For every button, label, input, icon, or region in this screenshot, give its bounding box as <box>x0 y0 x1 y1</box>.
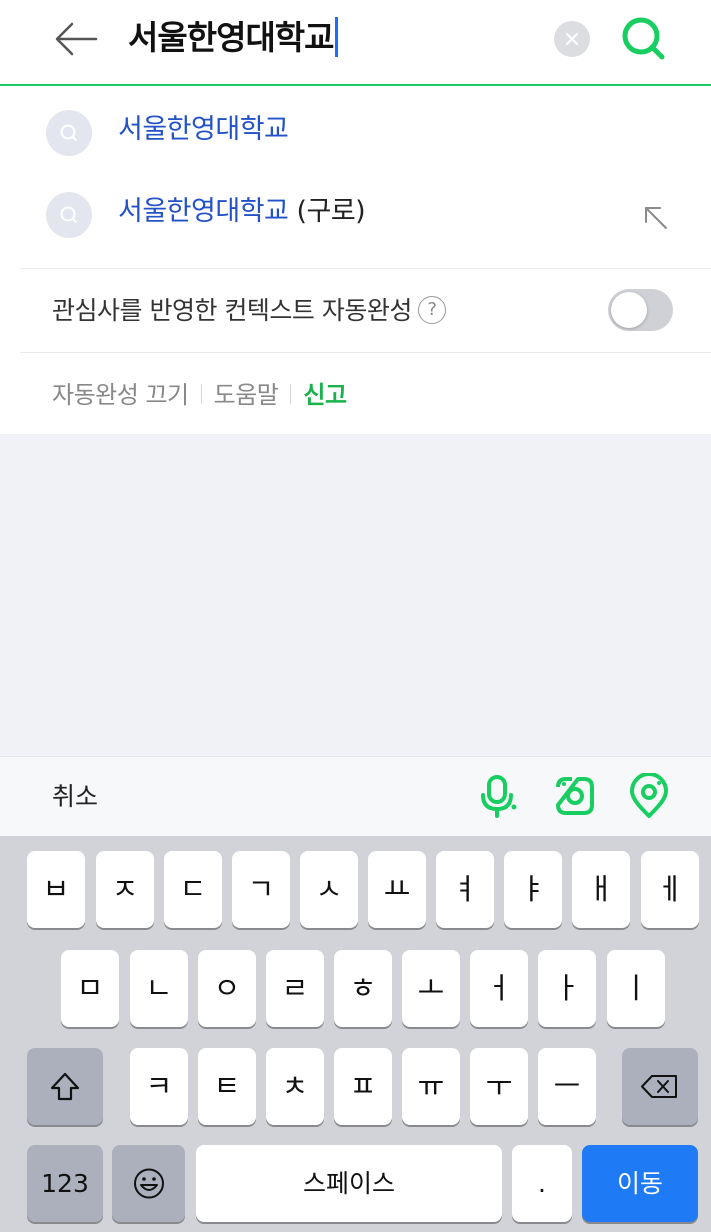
toggle-knob <box>611 292 647 328</box>
footer-links: 자동완성 끄기 도움말 신고 <box>52 376 347 414</box>
key-j[interactable]: ㅈ <box>96 851 154 928</box>
key-d[interactable]: ㄷ <box>164 851 222 928</box>
numbers-key[interactable]: 123 <box>27 1145 103 1222</box>
period-key[interactable]: . <box>512 1145 572 1222</box>
shift-key[interactable] <box>27 1048 103 1125</box>
cancel-button[interactable]: 취소 <box>52 777 98 817</box>
suggestion-extra: (구로) <box>288 196 366 227</box>
divider <box>20 268 711 269</box>
report-link[interactable]: 신고 <box>303 381 347 409</box>
suggestion-text: 서울한영대학교 <box>118 196 289 227</box>
link-separator <box>200 384 202 404</box>
key-yo[interactable]: ㅛ <box>368 851 426 928</box>
key-u[interactable]: ㅜ <box>470 1048 528 1125</box>
context-label-text: 관심사를 반영한 컨텍스트 자동완성 <box>52 296 412 325</box>
key-eo[interactable]: ㅓ <box>470 950 528 1027</box>
suggestion-search-icon <box>46 110 92 156</box>
key-b[interactable]: ㅂ <box>27 851 85 928</box>
suggestion-item[interactable]: 서울한영대학교 (구로) <box>0 178 711 248</box>
key-i[interactable]: ㅣ <box>607 950 665 1027</box>
back-arrow-icon[interactable] <box>40 14 100 64</box>
key-yeo[interactable]: ㅕ <box>436 851 494 928</box>
delete-key[interactable] <box>622 1048 698 1125</box>
key-ch[interactable]: ㅊ <box>266 1048 324 1125</box>
key-ae[interactable]: ㅐ <box>572 851 630 928</box>
camera-lens-icon[interactable] <box>552 773 598 819</box>
text-caret <box>334 16 338 57</box>
go-key[interactable]: 이동 <box>582 1145 698 1222</box>
search-query-text: 서울한영대학교 <box>128 18 335 57</box>
suggestion-search-icon <box>46 192 92 238</box>
fill-query-arrow-icon[interactable] <box>638 200 672 234</box>
key-yu[interactable]: ㅠ <box>402 1048 460 1125</box>
emoji-key[interactable] <box>112 1145 185 1222</box>
clear-icon[interactable] <box>554 21 590 57</box>
link-separator <box>290 384 292 404</box>
key-g[interactable]: ㄱ <box>232 851 290 928</box>
context-autocomplete-toggle[interactable] <box>608 289 673 331</box>
help-link[interactable]: 도움말 <box>214 381 279 409</box>
backspace-icon <box>641 1075 677 1098</box>
key-h[interactable]: ㅎ <box>334 950 392 1027</box>
help-icon[interactable]: ? <box>417 296 446 324</box>
search-input[interactable]: 서울한영대학교 <box>128 14 338 62</box>
key-eu[interactable]: ㅡ <box>538 1048 596 1125</box>
suggestion-text: 서울한영대학교 <box>118 114 289 145</box>
key-m[interactable]: ㅁ <box>61 950 119 1027</box>
suggestion-label: 서울한영대학교 <box>118 110 289 150</box>
key-k[interactable]: ㅋ <box>130 1048 188 1125</box>
search-icon[interactable] <box>616 12 672 66</box>
search-bar: 서울한영대학교 <box>0 0 711 86</box>
key-o[interactable]: ㅗ <box>402 950 460 1027</box>
key-a[interactable]: ㅏ <box>538 950 596 1027</box>
location-pin-icon[interactable] <box>626 772 672 819</box>
suggestion-item[interactable]: 서울한영대학교 <box>0 96 711 166</box>
korean-keyboard: ㅂ ㅈ ㄷ ㄱ ㅅ ㅛ ㅕ ㅑ ㅐ ㅔ ㅁ ㄴ ㅇ ㄹ ㅎ ㅗ ㅓ ㅏ ㅣ ㅋ … <box>0 836 711 1232</box>
keyboard-accessory-bar: 취소 <box>0 756 711 836</box>
key-n[interactable]: ㄴ <box>130 950 188 1027</box>
autocomplete-off-link[interactable]: 자동완성 끄기 <box>52 381 189 409</box>
key-s[interactable]: ㅅ <box>300 851 358 928</box>
emoji-icon <box>133 1168 164 1199</box>
key-r[interactable]: ㄹ <box>266 950 324 1027</box>
microphone-icon[interactable] <box>474 773 520 819</box>
space-key[interactable]: 스페이스 <box>196 1145 502 1222</box>
context-autocomplete-label: 관심사를 반영한 컨텍스트 자동완성? <box>52 292 446 330</box>
key-ng[interactable]: ㅇ <box>198 950 256 1027</box>
key-e[interactable]: ㅔ <box>641 851 699 928</box>
key-ya[interactable]: ㅑ <box>504 851 562 928</box>
divider <box>20 352 711 353</box>
key-p[interactable]: ㅍ <box>334 1048 392 1125</box>
empty-area <box>0 434 711 756</box>
shift-icon <box>50 1072 80 1101</box>
key-t[interactable]: ㅌ <box>198 1048 256 1125</box>
context-autocomplete-row: 관심사를 반영한 컨텍스트 자동완성? <box>0 270 711 352</box>
suggestion-label: 서울한영대학교 (구로) <box>118 192 366 232</box>
